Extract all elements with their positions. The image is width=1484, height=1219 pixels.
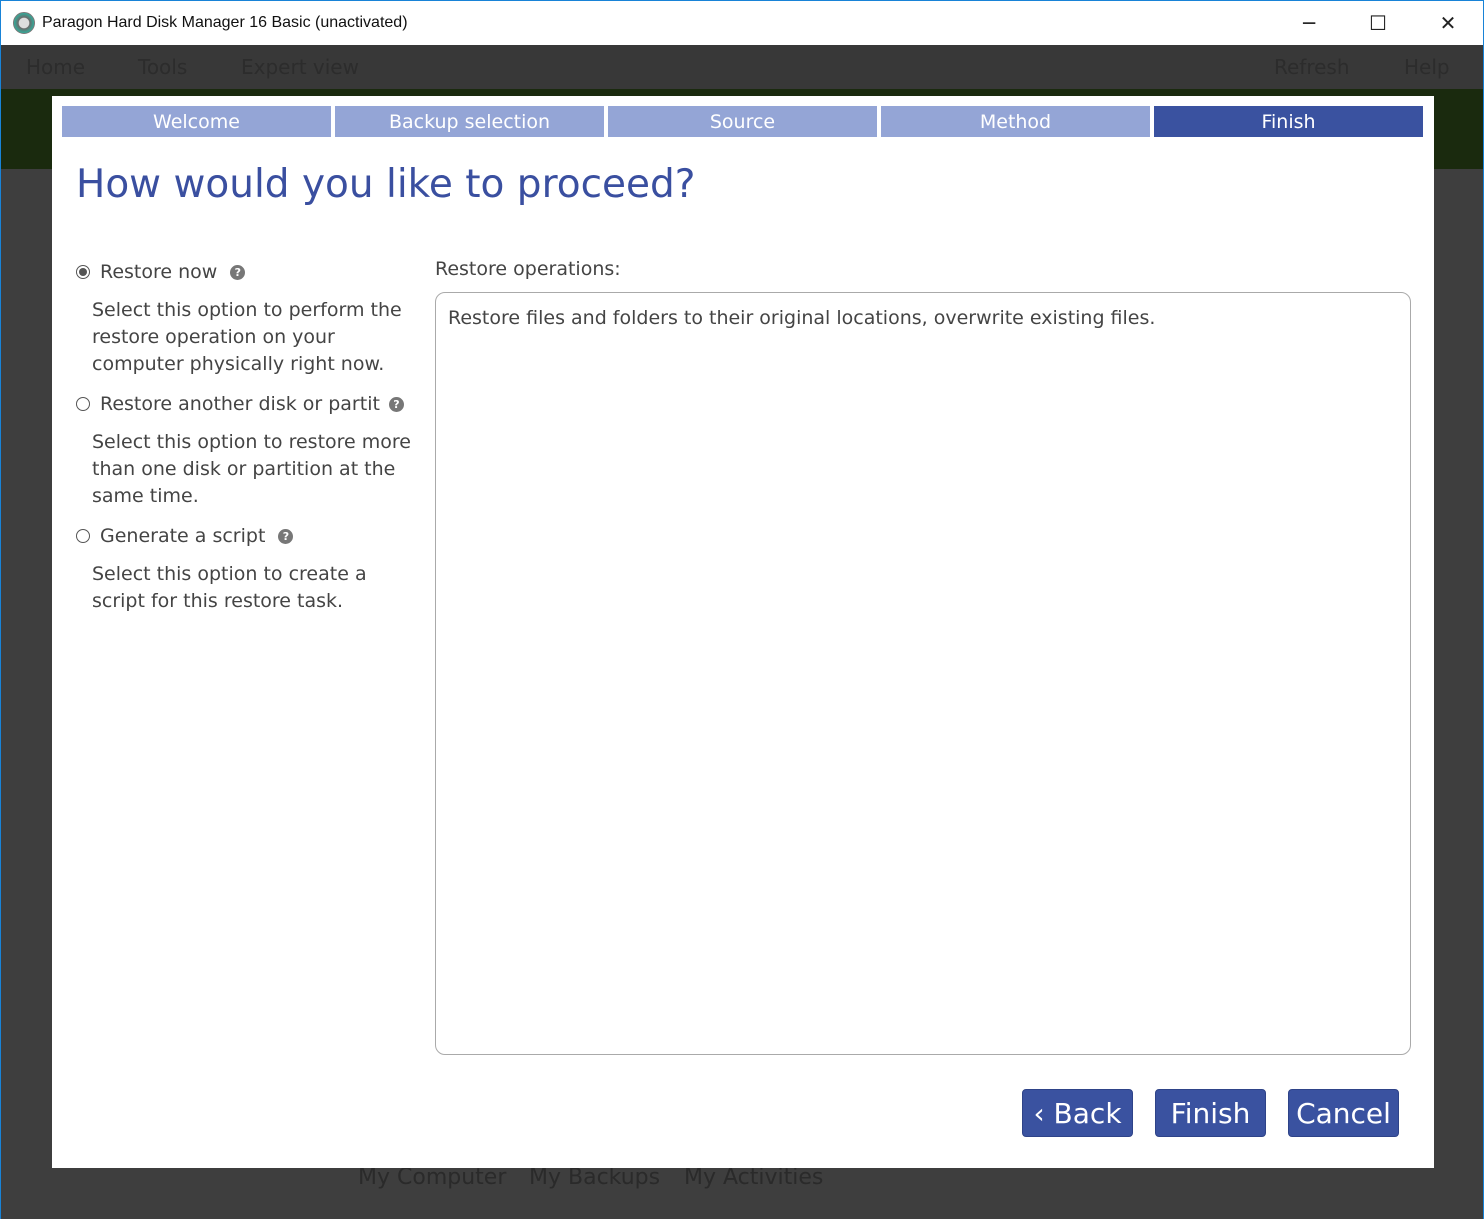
step-finish: Finish — [1154, 106, 1423, 137]
restore-wizard-dialog: Welcome Backup selection Source Method F… — [52, 96, 1434, 1168]
option-restore-another-disk[interactable]: Restore another disk or partition ? — [76, 393, 404, 415]
tab-my-computer: My Computer — [358, 1165, 507, 1190]
menu-home: Home — [26, 55, 86, 79]
app-logo-icon — [13, 12, 35, 34]
option-description: Select this option to restore more than … — [92, 431, 411, 507]
menu-expert-view: Expert view — [241, 55, 359, 79]
help-icon[interactable]: ? — [278, 528, 294, 544]
option-generate-script[interactable]: Generate a script ? — [76, 525, 294, 547]
radio-restore-now[interactable] — [76, 265, 90, 279]
option-label: Restore another disk or partition — [100, 393, 381, 415]
menu-tools: Tools — [138, 55, 188, 79]
background-menu: Home Tools Expert view Refresh Help — [1, 45, 1483, 89]
tab-my-activities: My Activities — [684, 1165, 824, 1190]
help-icon[interactable]: ? — [230, 264, 246, 280]
option-description: Select this option to create a script fo… — [92, 563, 367, 612]
restore-operations-label: Restore operations: — [435, 258, 621, 280]
option-label: Restore now — [100, 261, 218, 283]
restore-operations-box: Restore files and folders to their origi… — [435, 292, 1411, 1055]
radio-generate-script[interactable] — [76, 529, 90, 543]
step-source: Source — [608, 106, 877, 137]
window-title: Paragon Hard Disk Manager 16 Basic (unac… — [42, 14, 408, 31]
maximize-button[interactable]: ☐ — [1344, 1, 1412, 45]
cancel-button[interactable]: Cancel — [1288, 1089, 1399, 1137]
close-button[interactable]: ✕ — [1414, 1, 1482, 45]
restore-operations-text: Restore files and folders to their origi… — [448, 307, 1156, 329]
back-button[interactable]: ‹ Back — [1022, 1089, 1133, 1137]
menu-refresh: Refresh — [1274, 55, 1350, 79]
menu-help: Help — [1404, 55, 1450, 79]
help-icon[interactable]: ? — [389, 396, 404, 412]
radio-restore-another-disk[interactable] — [76, 397, 90, 411]
minimize-button[interactable]: ─ — [1275, 1, 1343, 45]
background-tabs: My Computer My Backups My Activities — [1, 1165, 1483, 1219]
finish-button[interactable]: Finish — [1155, 1089, 1266, 1137]
step-backup-selection: Backup selection — [335, 106, 604, 137]
step-welcome: Welcome — [62, 106, 331, 137]
option-label: Generate a script — [100, 525, 266, 547]
option-restore-now[interactable]: Restore now ? — [76, 261, 246, 283]
option-description: Select this option to perform the restor… — [92, 299, 402, 375]
page-title: How would you like to proceed? — [76, 162, 696, 207]
tab-my-backups: My Backups — [529, 1165, 661, 1190]
wizard-steps: Welcome Backup selection Source Method F… — [62, 106, 1423, 137]
title-bar: Paragon Hard Disk Manager 16 Basic (unac… — [1, 1, 1483, 45]
step-method: Method — [881, 106, 1150, 137]
